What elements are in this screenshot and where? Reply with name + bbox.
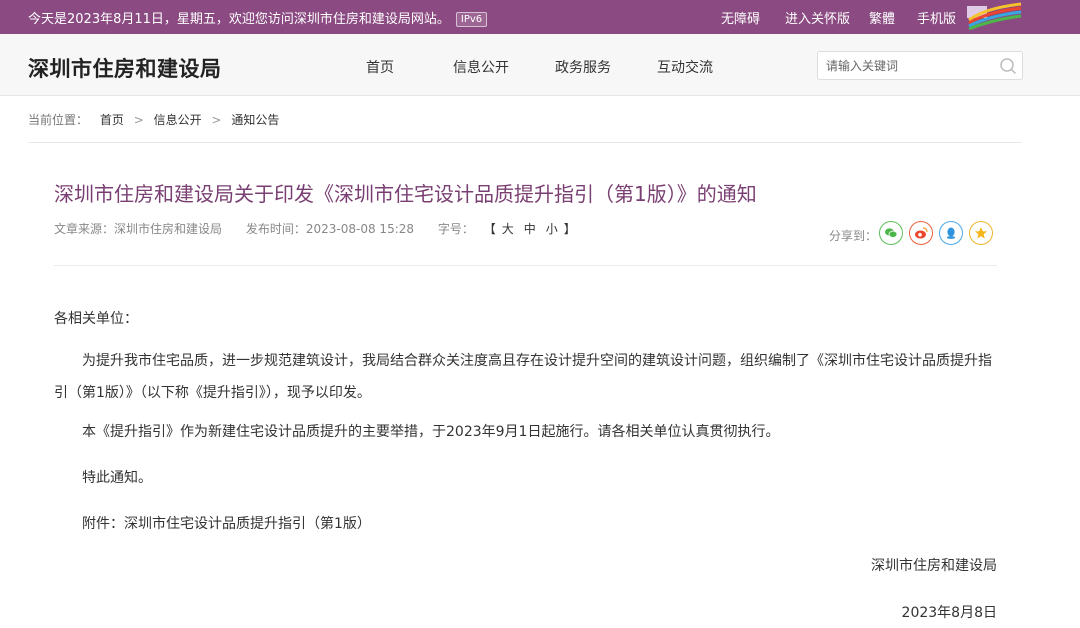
nav-home[interactable]: 首页 [366, 57, 394, 77]
paragraph: 为提升我市住宅品质，进一步规范建筑设计，我局结合群众关注度高且存在设计提升空间的… [54, 353, 992, 401]
traditional-chinese-link[interactable]: 繁體 [869, 8, 895, 27]
divider [54, 265, 997, 266]
font-large-button[interactable]: 大 [502, 222, 516, 236]
attachment-link[interactable]: 附件：深圳市住宅设计品质提升指引（第1版） [54, 508, 1000, 540]
weibo-icon [915, 227, 928, 239]
article-title: 深圳市住房和建设局关于印发《深圳市住宅设计品质提升指引（第1版）》的通知 [54, 182, 757, 206]
breadcrumb-separator: > [133, 113, 144, 127]
nav-government-services[interactable]: 政务服务 [555, 57, 611, 77]
source-label: 文章来源： [54, 222, 115, 236]
share-label: 分享到： [829, 229, 878, 243]
qzone-icon [975, 227, 987, 239]
breadcrumb-label: 当前位置： [28, 113, 89, 127]
qq-share-button[interactable] [939, 221, 963, 245]
site-header: 深圳市住房和建设局 首页 信息公开 政务服务 互动交流 [0, 34, 1080, 96]
search-icon[interactable] [999, 57, 1017, 75]
city-logo-icon[interactable] [965, 2, 1023, 30]
search-input[interactable] [826, 57, 996, 75]
welcome-text: 今天是2023年8月11日，星期五，欢迎您访问深圳市住房和建设局网站。 IPv6 [28, 8, 488, 27]
breadcrumb: 当前位置： 首页 > 信息公开 > 通知公告 [28, 111, 279, 128]
accessibility-link[interactable]: 无障碍 [721, 8, 760, 27]
breadcrumb-home[interactable]: 首页 [100, 113, 124, 127]
source-value: 深圳市住房和建设局 [114, 222, 223, 236]
font-size-label: 字号： [437, 222, 474, 236]
paragraph: 特此通知。 [82, 470, 152, 486]
signature-date: 2023年8月8日 [901, 605, 997, 621]
qq-icon [946, 227, 956, 239]
published-label: 发布时间： [245, 222, 306, 236]
top-bar: 今天是2023年8月11日，星期五，欢迎您访问深圳市住房和建设局网站。 IPv6 … [0, 0, 1080, 34]
ipv6-badge: IPv6 [455, 12, 488, 27]
welcome-message: 今天是2023年8月11日，星期五，欢迎您访问深圳市住房和建设局网站。 [28, 12, 450, 27]
article-meta: 文章来源：深圳市住房和建设局 发布时间：2023-08-08 15:28 字号：… [54, 220, 578, 237]
bracket-close: 】 [563, 222, 578, 236]
site-title[interactable]: 深圳市住房和建设局 [28, 53, 222, 83]
wechat-icon [885, 228, 898, 238]
divider [28, 142, 1022, 143]
font-small-button[interactable]: 小 [546, 222, 560, 236]
signature: 深圳市住房和建设局 [871, 558, 997, 574]
published-value: 2023-08-08 15:28 [305, 222, 415, 236]
paragraph: 本《提升指引》作为新建住宅设计品质提升的主要举措，于2023年9月1日起施行。请… [82, 424, 780, 440]
salutation: 各相关单位： [54, 311, 138, 327]
breadcrumb-notices[interactable]: 通知公告 [231, 113, 279, 127]
mobile-version-link[interactable]: 手机版 [917, 8, 956, 27]
qzone-share-button[interactable] [969, 221, 993, 245]
care-version-link[interactable]: 进入关怀版 [785, 8, 850, 27]
wechat-share-button[interactable] [879, 221, 903, 245]
search-box [817, 51, 1023, 80]
bracket-open: 【 [483, 222, 498, 236]
breadcrumb-separator: > [211, 113, 222, 127]
nav-interaction[interactable]: 互动交流 [657, 57, 713, 77]
nav-info-disclosure[interactable]: 信息公开 [453, 57, 509, 77]
font-size-switch: 【大中小】 [484, 222, 578, 236]
font-medium-button[interactable]: 中 [524, 222, 538, 236]
weibo-share-button[interactable] [909, 221, 933, 245]
breadcrumb-info-disclosure[interactable]: 信息公开 [154, 113, 202, 127]
